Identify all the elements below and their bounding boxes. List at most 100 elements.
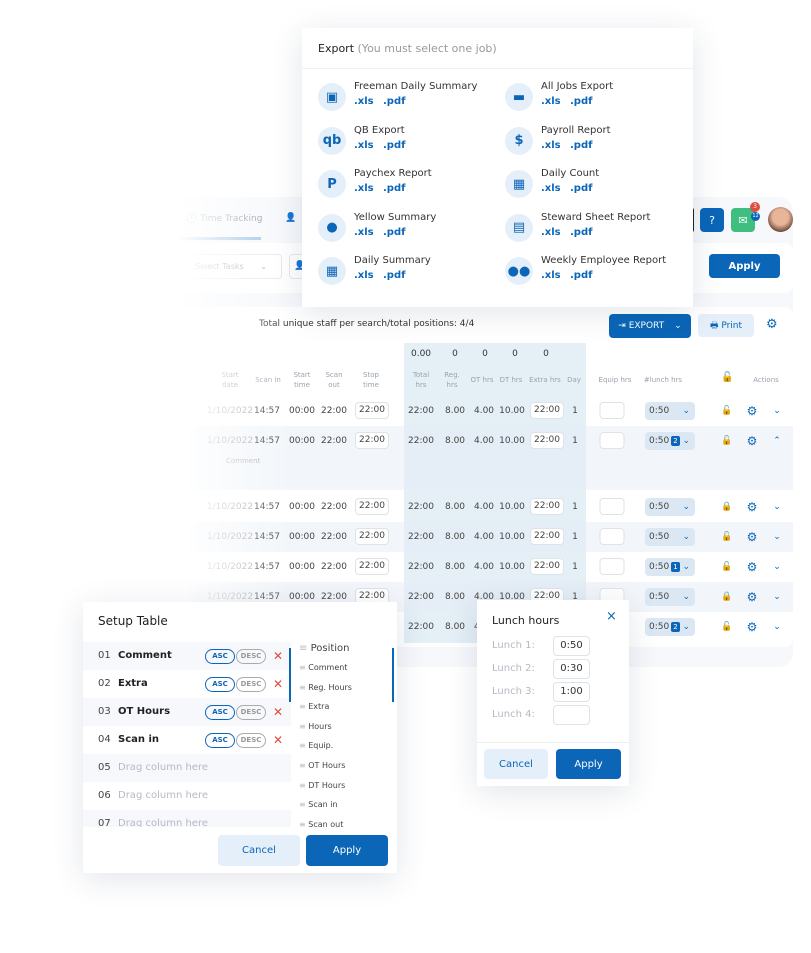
avatar[interactable] [768, 207, 793, 232]
lock-closed-icon[interactable]: 🔒 [721, 492, 732, 522]
drop-zone[interactable]: 06 Drag column here [83, 782, 291, 810]
row-settings-gear-icon[interactable]: ⚙ [747, 396, 758, 426]
export-xls-link[interactable]: .xls [354, 183, 374, 194]
lock-open-icon[interactable]: 🔓 [721, 396, 732, 426]
lunch-select[interactable]: 0:50 ⌄ [645, 498, 695, 516]
remove-icon[interactable]: ✕ [273, 726, 283, 754]
stop-time-input[interactable]: 22:00 [355, 558, 389, 575]
print-button[interactable]: 🖶 Print [698, 314, 754, 337]
select-tasks-dropdown[interactable]: Select Tasks ⌄ [176, 254, 282, 279]
column-header[interactable]: Start time [289, 370, 315, 390]
lunch-select[interactable]: 0:50 ⌄ [645, 402, 695, 420]
column-header[interactable]: Extra hrs [529, 375, 561, 385]
close-icon[interactable]: × [606, 609, 617, 624]
position-column-item[interactable]: Position [299, 643, 350, 654]
desc-toggle[interactable]: DESC [236, 705, 266, 720]
chevron-down-icon[interactable]: ⌄ [773, 522, 781, 552]
stop-time-input[interactable]: 22:00 [355, 528, 389, 545]
setup-cancel-button[interactable]: Cancel [218, 835, 300, 866]
export-pdf-link[interactable]: .pdf [570, 140, 592, 151]
table-row[interactable]: 1/10/2022 14:57 00:00 22:00 22:00 22:00 … [190, 492, 793, 522]
position-column-item[interactable]: Reg. Hours [299, 683, 352, 692]
extra-hrs-input[interactable]: 22:00 [530, 432, 564, 449]
tab-time-tracking[interactable]: 🕓 Time Tracking [186, 214, 262, 224]
asc-toggle[interactable]: ASC [205, 705, 235, 720]
sort-scrollbar[interactable] [289, 648, 291, 702]
position-column-item[interactable]: DT Hours [299, 781, 345, 790]
column-header[interactable]: Equip hrs [599, 375, 632, 385]
row-settings-gear-icon[interactable]: ⚙ [747, 582, 758, 612]
column-header[interactable]: Total hrs [408, 370, 434, 390]
lock-open-icon[interactable]: 🔓 [721, 426, 732, 456]
lunch-apply-button[interactable]: Apply [556, 749, 621, 779]
lunch-select[interactable]: 0:50 1 ⌄ [645, 558, 695, 576]
sort-row[interactable]: 02 Extra ASC DESC ✕ [83, 670, 291, 698]
chevron-down-icon[interactable]: ⌄ [773, 582, 781, 612]
export-xls-link[interactable]: .xls [354, 227, 374, 238]
export-xls-link[interactable]: .xls [541, 140, 561, 151]
equip-hrs-input[interactable] [599, 558, 625, 575]
position-column-item[interactable]: Extra [299, 702, 329, 711]
lunch-input[interactable]: 1:00 [553, 682, 590, 702]
lunch-input[interactable]: 0:50 [553, 636, 590, 656]
column-header[interactable]: #lunch hrs [644, 375, 682, 385]
table-row[interactable]: 1/10/2022 14:57 00:00 22:00 22:00 22:00 … [190, 426, 793, 490]
remove-icon[interactable]: ✕ [273, 642, 283, 670]
equip-hrs-input[interactable] [599, 528, 625, 545]
asc-toggle[interactable]: ASC [205, 733, 235, 748]
extra-hrs-input[interactable]: 22:00 [530, 558, 564, 575]
column-header[interactable]: OT hrs [471, 375, 494, 385]
export-pdf-link[interactable]: .pdf [570, 270, 592, 281]
table-row[interactable]: 1/10/2022 14:57 00:00 22:00 22:00 22:00 … [190, 522, 793, 552]
column-header[interactable]: Scan out [321, 370, 347, 390]
position-column-item[interactable]: Equip. [299, 741, 333, 750]
table-row[interactable]: 1/10/2022 14:57 00:00 22:00 22:00 22:00 … [190, 396, 793, 426]
asc-toggle[interactable]: ASC [205, 649, 235, 664]
equip-hrs-input[interactable] [599, 498, 625, 515]
column-header[interactable]: Day [567, 375, 581, 385]
lunch-select[interactable]: 0:50 2 ⌄ [645, 432, 695, 450]
lunch-cancel-button[interactable]: Cancel [484, 749, 548, 779]
export-xls-link[interactable]: .xls [541, 227, 561, 238]
extra-hrs-input[interactable]: 22:00 [530, 498, 564, 515]
position-column-item[interactable]: Comment [299, 663, 347, 672]
row-settings-gear-icon[interactable]: ⚙ [747, 426, 758, 456]
column-header[interactable]: Scan in [255, 375, 281, 385]
sort-row[interactable]: 03 OT Hours ASC DESC ✕ [83, 698, 291, 726]
positions-scrollbar[interactable] [392, 648, 394, 702]
equip-hrs-input[interactable] [599, 432, 625, 449]
extra-hrs-input[interactable]: 22:00 [530, 402, 564, 419]
asc-toggle[interactable]: ASC [205, 677, 235, 692]
desc-toggle[interactable]: DESC [236, 677, 266, 692]
chevron-up-icon[interactable]: ⌃ [773, 426, 781, 456]
lock-closed-icon[interactable]: 🔒 [721, 582, 732, 612]
desc-toggle[interactable]: DESC [236, 733, 266, 748]
extra-hrs-input[interactable]: 22:00 [530, 528, 564, 545]
export-xls-link[interactable]: .xls [354, 96, 374, 107]
position-column-item[interactable]: Scan in [299, 800, 337, 809]
column-header[interactable]: DT hrs [500, 375, 523, 385]
row-settings-gear-icon[interactable]: ⚙ [747, 612, 758, 642]
drop-zone[interactable]: 05 Drag column here [83, 754, 291, 782]
stop-time-input[interactable]: 22:00 [355, 432, 389, 449]
lunch-input[interactable] [553, 705, 590, 725]
mail-icon[interactable]: ✉ [731, 208, 755, 232]
lunch-select[interactable]: 0:50 2 ⌄ [645, 618, 695, 636]
export-xls-link[interactable]: .xls [541, 270, 561, 281]
export-xls-link[interactable]: .xls [354, 270, 374, 281]
export-pdf-link[interactable]: .pdf [570, 183, 592, 194]
export-xls-link[interactable]: .xls [541, 96, 561, 107]
column-header[interactable]: Actions [753, 375, 779, 385]
sort-row[interactable]: 01 Comment ASC DESC ✕ [83, 642, 291, 670]
chevron-down-icon[interactable]: ⌄ [773, 492, 781, 522]
export-xls-link[interactable]: .xls [541, 183, 561, 194]
stop-time-input[interactable]: 22:00 [355, 498, 389, 515]
position-column-item[interactable]: Hours [299, 722, 331, 731]
export-pdf-link[interactable]: .pdf [383, 270, 405, 281]
export-pdf-link[interactable]: .pdf [383, 96, 405, 107]
row-settings-gear-icon[interactable]: ⚙ [747, 552, 758, 582]
chevron-down-icon[interactable]: ⌄ [773, 396, 781, 426]
chevron-down-icon[interactable]: ⌄ [773, 612, 781, 642]
lock-open-icon[interactable]: 🔓 [721, 522, 732, 552]
export-xls-link[interactable]: .xls [354, 140, 374, 151]
